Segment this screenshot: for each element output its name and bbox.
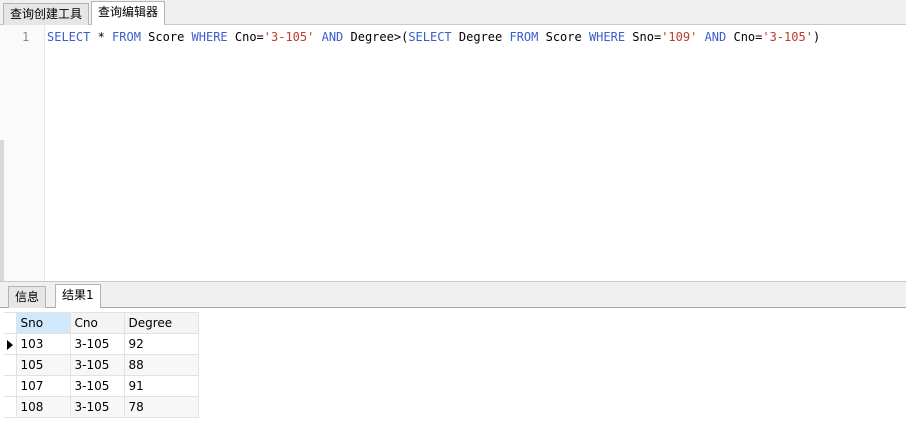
sql-keyword: SELECT [408, 30, 452, 44]
tab-query-builder[interactable]: 查询创建工具 [3, 3, 90, 25]
cell-cno[interactable]: 3-105 [69, 333, 125, 355]
sql-text: Score [538, 30, 589, 44]
tab-result-1[interactable]: 结果1 [55, 284, 101, 309]
row-indicator [4, 354, 17, 376]
column-header-degree[interactable]: Degree [123, 312, 199, 334]
cell-degree[interactable]: 91 [123, 375, 199, 397]
sql-text: Cno= [227, 30, 264, 44]
line-number-gutter: 1 [0, 25, 45, 281]
row-indicator-header [4, 312, 17, 334]
cell-sno[interactable]: 105 [15, 354, 71, 376]
column-header-sno[interactable]: Sno [15, 312, 71, 334]
table-row[interactable]: 103 3-105 92 [4, 333, 199, 355]
sql-keyword: SELECT [47, 30, 91, 44]
sql-editor[interactable]: 1 SELECT * FROM Score WHERE Cno='3-105' … [0, 25, 906, 281]
sql-text: Cno= [726, 30, 763, 44]
cell-degree[interactable]: 88 [123, 354, 199, 376]
result-table: Sno Cno Degree 103 3-105 92 105 3-105 88… [4, 312, 199, 418]
sql-keyword: FROM [509, 30, 539, 44]
sql-text: ) [812, 30, 821, 44]
cell-degree[interactable]: 92 [123, 333, 199, 355]
cell-cno[interactable]: 3-105 [69, 354, 125, 376]
cell-degree[interactable]: 78 [123, 396, 199, 418]
tab-query-editor[interactable]: 查询编辑器 [91, 1, 166, 26]
top-tab-strip: 查询创建工具 查询编辑器 [0, 0, 906, 26]
sql-text: Sno= [625, 30, 662, 44]
sql-keyword: WHERE [191, 30, 228, 44]
table-row[interactable]: 105 3-105 88 [4, 354, 199, 376]
cell-cno[interactable]: 3-105 [69, 396, 125, 418]
cell-sno[interactable]: 103 [15, 333, 71, 355]
table-row[interactable]: 108 3-105 78 [4, 396, 199, 418]
sql-text: Degree [451, 30, 510, 44]
sql-text: Degree>( [343, 30, 409, 44]
header-row: Sno Cno Degree [4, 312, 199, 334]
sql-string: '3-105' [762, 30, 813, 44]
cell-sno[interactable]: 107 [15, 375, 71, 397]
sql-string: '3-105' [263, 30, 315, 44]
result-grid[interactable]: Sno Cno Degree 103 3-105 92 105 3-105 88… [0, 308, 906, 434]
column-header-cno[interactable]: Cno [69, 312, 125, 334]
sql-keyword: AND [704, 30, 727, 44]
result-tab-strip: 信息 结果1 [0, 281, 906, 309]
row-pointer-icon [7, 339, 13, 350]
sql-keyword: FROM [112, 30, 141, 44]
row-indicator [4, 375, 17, 397]
sql-code-line[interactable]: SELECT * FROM Score WHERE Cno='3-105' AN… [47, 30, 820, 44]
sql-text: Score [140, 30, 192, 44]
row-indicator [4, 333, 17, 355]
cell-cno[interactable]: 3-105 [69, 375, 125, 397]
sql-keyword: AND [321, 30, 344, 44]
tab-info[interactable]: 信息 [8, 286, 47, 308]
sql-keyword: WHERE [588, 30, 626, 44]
sql-string: '109' [661, 30, 698, 44]
splitter-edge [0, 140, 4, 285]
sql-text: * [90, 30, 113, 44]
line-number: 1 [22, 30, 30, 44]
cell-sno[interactable]: 108 [15, 396, 71, 418]
table-row[interactable]: 107 3-105 91 [4, 375, 199, 397]
row-indicator [4, 396, 17, 418]
